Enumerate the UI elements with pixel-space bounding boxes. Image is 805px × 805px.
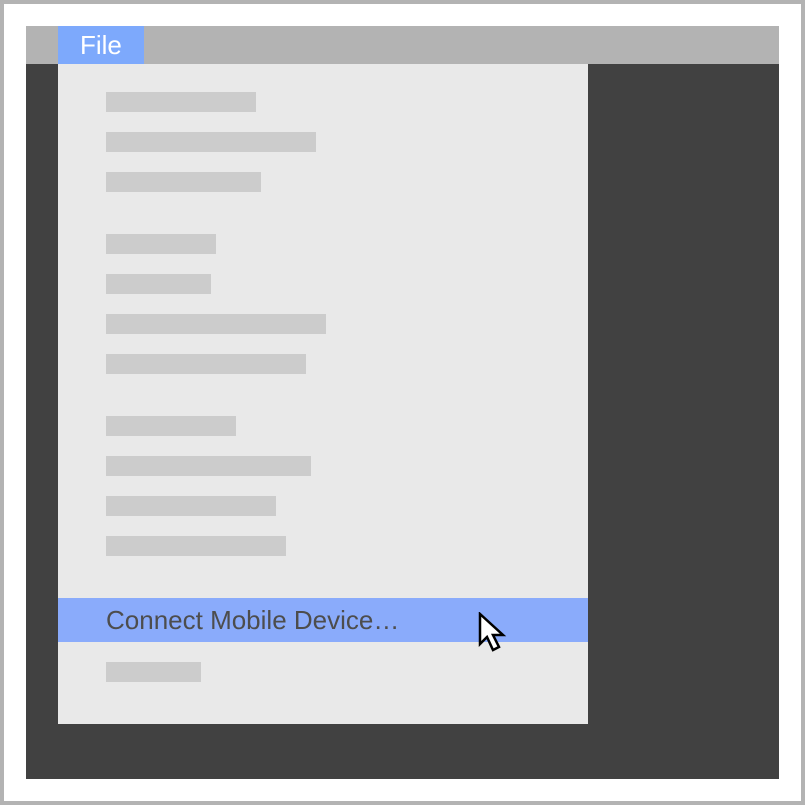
menu-item-placeholder[interactable]: [106, 456, 311, 476]
menubar: File: [26, 26, 779, 64]
file-dropdown: Connect Mobile Device…: [58, 64, 588, 724]
menu-item-placeholder[interactable]: [106, 314, 326, 334]
menu-item-placeholder[interactable]: [106, 274, 211, 294]
menu-item-label: Connect Mobile Device…: [106, 605, 399, 635]
menu-separator: [58, 576, 588, 598]
menu-item-placeholder[interactable]: [106, 354, 306, 374]
menu-item-placeholder[interactable]: [106, 496, 276, 516]
app-window: File Connect Mobile Device…: [26, 26, 779, 779]
menu-item-placeholder[interactable]: [106, 416, 236, 436]
menu-item-placeholder[interactable]: [106, 234, 216, 254]
menu-item-placeholder[interactable]: [106, 662, 201, 682]
menu-item-placeholder[interactable]: [106, 536, 286, 556]
menu-separator: [58, 394, 588, 416]
menubar-item-file[interactable]: File: [58, 26, 144, 64]
menu-separator: [58, 212, 588, 234]
outer-frame: File Connect Mobile Device…: [4, 4, 801, 801]
menu-item-placeholder[interactable]: [106, 172, 261, 192]
cursor-icon: [478, 612, 514, 656]
menu-item-placeholder[interactable]: [106, 132, 316, 152]
menu-item-placeholder[interactable]: [106, 92, 256, 112]
menu-item-connect-mobile-device[interactable]: Connect Mobile Device…: [58, 598, 588, 642]
